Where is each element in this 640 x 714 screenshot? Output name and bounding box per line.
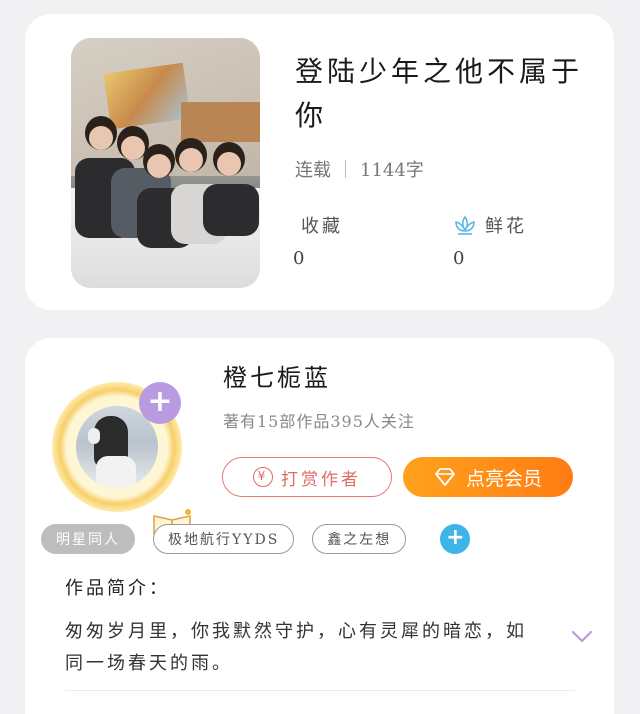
tag-chip[interactable]: 鑫之左想 [312,524,407,554]
flowers-label: 鲜花 [485,216,527,237]
meta-divider [345,160,346,178]
book-cover-image[interactable] [71,38,260,288]
diamond-icon [435,468,455,486]
cover-person-face [147,154,171,178]
lotus-icon [455,215,475,235]
cover-person-face [179,148,203,172]
reward-author-button[interactable]: ¥ 打赏作者 [222,457,392,497]
tag-chip[interactable]: 极地航行YYDS [153,524,295,554]
cover-headboard [181,102,260,142]
reward-author-label: 打赏作者 [281,469,361,490]
book-word-count: 1144字 [360,160,424,181]
chevron-down-icon[interactable] [571,630,593,644]
cover-person [203,184,259,236]
yen-icon: ¥ [253,467,273,487]
flowers-button[interactable]: 鲜花 [453,212,527,238]
activate-membership-label: 点亮会员 [465,468,542,490]
author-name[interactable]: 橙七栀蓝 [223,358,331,393]
add-tag-button[interactable]: + [440,524,471,554]
intro-heading: 作品简介： [65,578,170,599]
tag-chip[interactable]: 明星同人 [41,524,135,554]
favorites-label: 收藏 [301,216,343,237]
activate-membership-button[interactable]: 点亮会员 [403,457,573,497]
cover-person-face [121,136,145,160]
tag-list: 明星同人 极地航行YYDS 鑫之左想 + [41,524,471,554]
book-meta: 连载 1144字 [295,156,424,182]
author-info-card: + 橙七栀蓝 著有15部作品395人关注 ¥ 打赏作者 点亮会员 明星同人 极地… [25,338,614,714]
avatar-headphones [88,428,100,444]
flowers-count: 0 [453,248,465,269]
author-stats: 著有15部作品395人关注 [223,412,415,431]
book-info-card: 登陆少年之他不属于你 连载 1144字 收藏 0 鲜花 0 [25,14,614,310]
cover-person-face [89,126,113,150]
book-status: 连载 [295,160,331,181]
favorites-button[interactable]: 收藏 [301,212,343,238]
book-title: 登陆少年之他不属于你 [295,55,584,132]
avatar-clothing [96,456,136,488]
favorites-count: 0 [293,248,305,269]
follow-author-button[interactable]: + [139,382,181,424]
cover-person-face [217,152,241,176]
intro-text: 匆匆岁月里，你我默然守护，心有灵犀的暗恋，如同一场春天的雨。 [65,621,527,674]
cover-painting [103,62,191,130]
section-divider [65,690,575,691]
